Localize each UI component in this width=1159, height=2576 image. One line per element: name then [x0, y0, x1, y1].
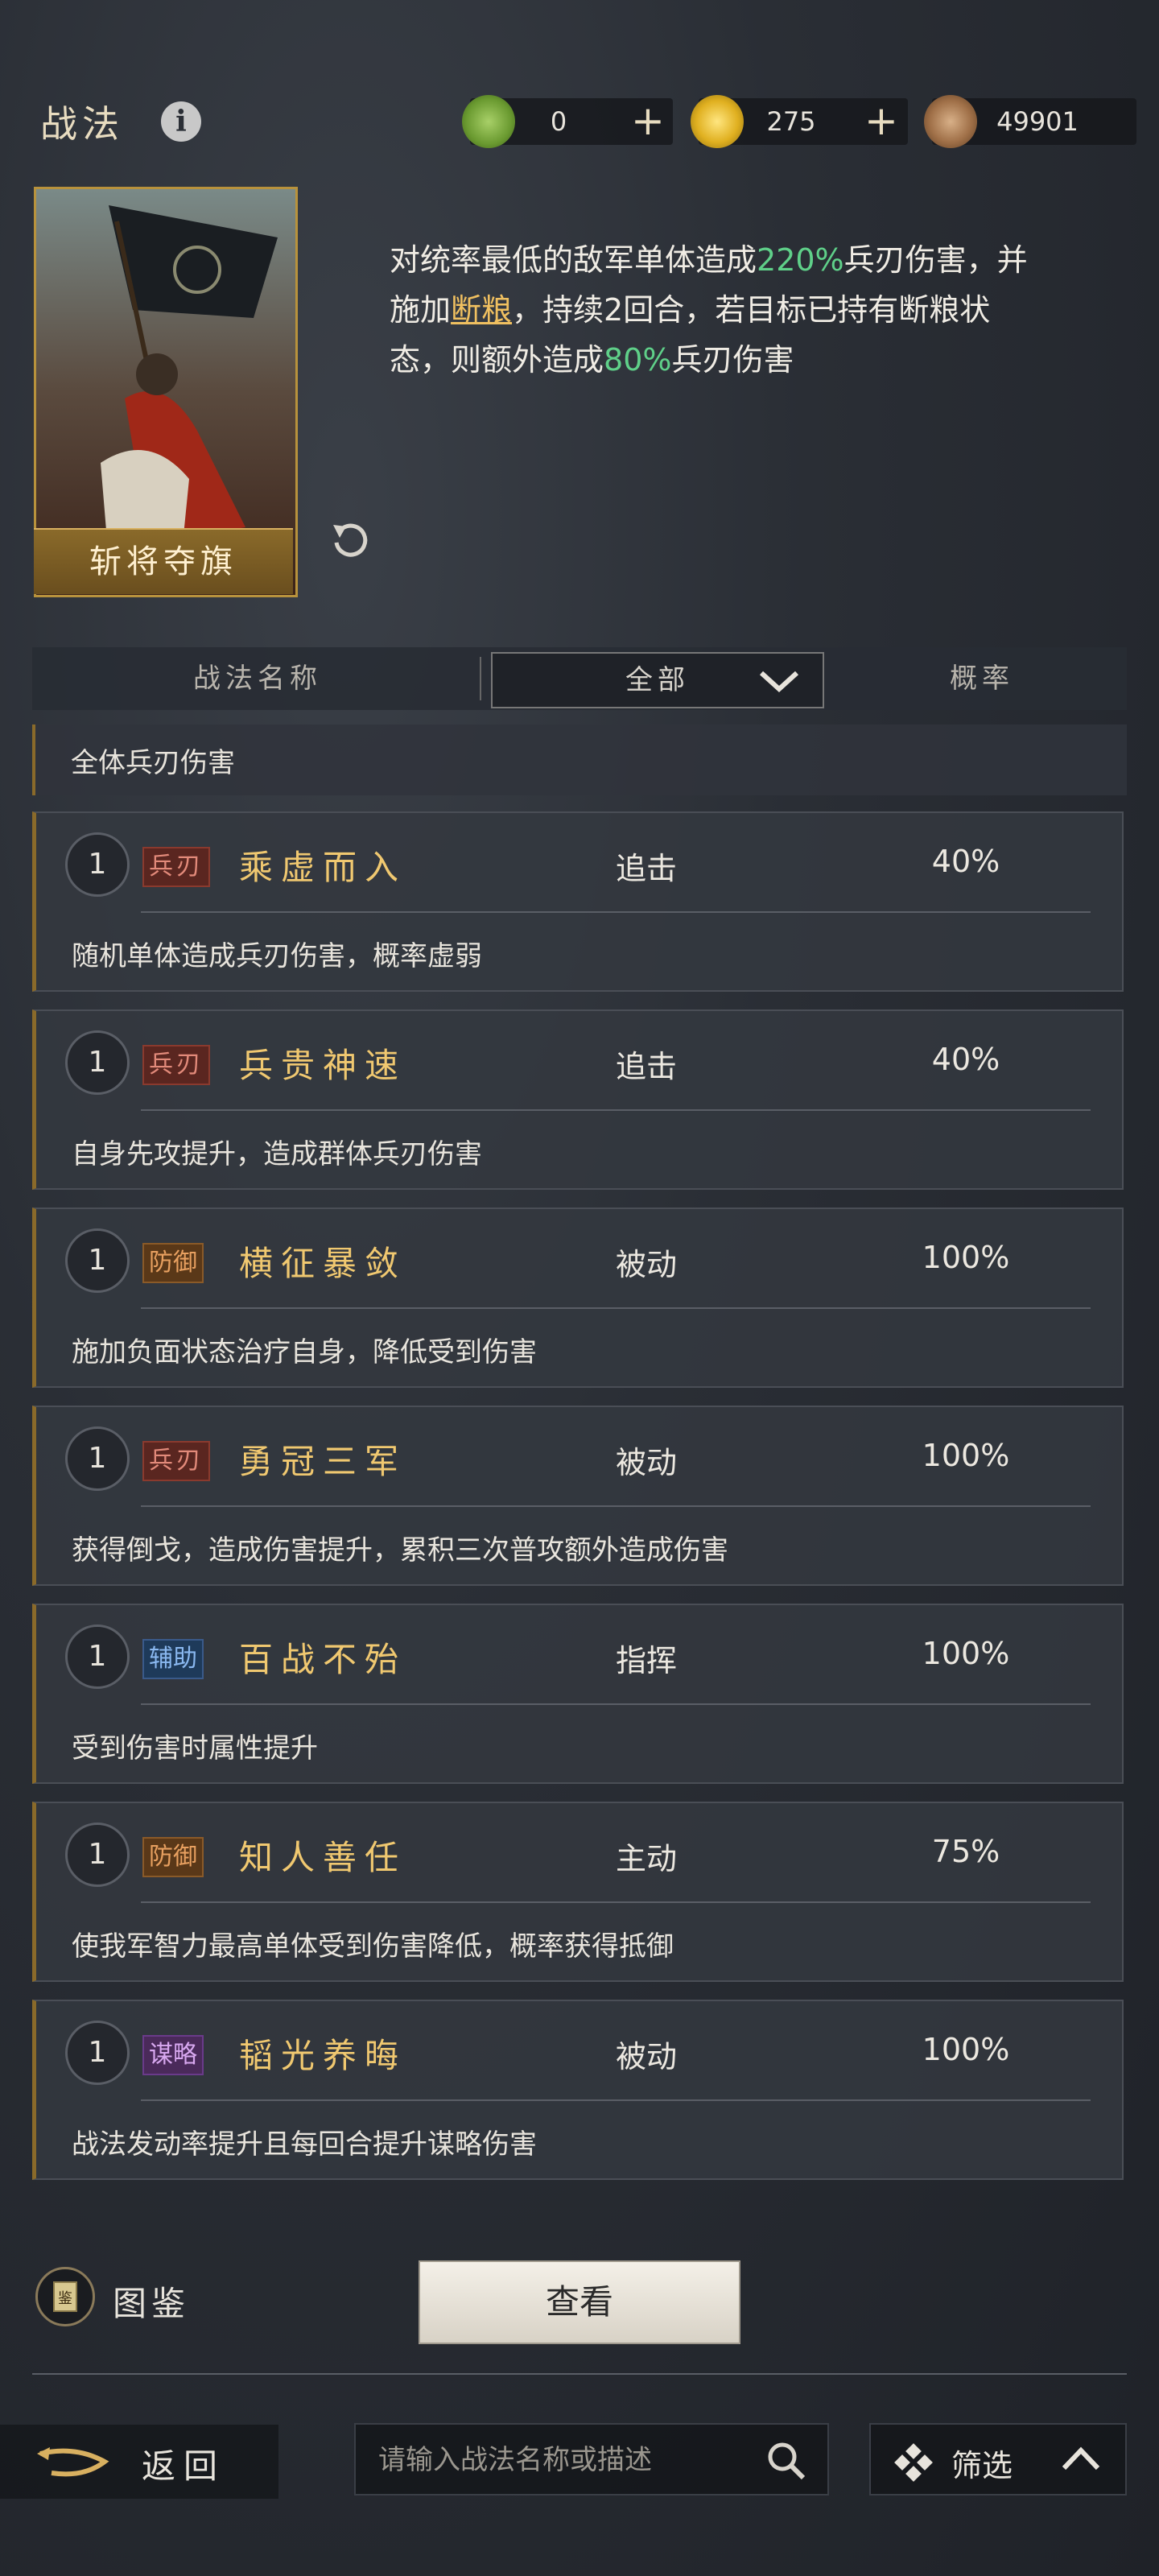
- skill-type: 被动: [616, 2039, 678, 2074]
- item-divider: [141, 1109, 1091, 1111]
- list-item-partial[interactable]: 全体兵刃伤害: [32, 724, 1127, 795]
- copper-coin-icon: [924, 95, 977, 148]
- skill-desc: 获得倒戈，造成伤害提升，累积三次普攻额外造成伤害: [72, 1534, 728, 1567]
- skill-type: 被动: [616, 1445, 678, 1480]
- refresh-icon[interactable]: [325, 515, 373, 564]
- type-filter-value: 全部: [625, 664, 690, 696]
- skill-rate: 40%: [931, 844, 1000, 879]
- item-divider: [141, 1703, 1091, 1705]
- skill-table-header: 战法名称 全部 概率: [32, 647, 1127, 710]
- skill-desc-partial: 全体兵刃伤害: [71, 747, 235, 779]
- info-icon[interactable]: i: [161, 101, 201, 142]
- skill-level: 1: [65, 1823, 130, 1887]
- skill-desc: 使我军智力最高单体受到伤害降低，概率获得抵御: [72, 1930, 674, 1963]
- skill-level: 1: [65, 1228, 130, 1293]
- search-input[interactable]: [377, 2436, 750, 2484]
- status-link[interactable]: 断粮: [451, 292, 512, 328]
- skill-level: 1: [65, 1030, 130, 1095]
- skill-description: 对统率最低的敌军单体造成220%兵刃伤害，并施加断粮，持续2回合，若目标已持有断…: [390, 242, 1028, 378]
- add-jade-button[interactable]: +: [631, 98, 665, 145]
- skill-type: 被动: [616, 1247, 678, 1282]
- skill-list-item[interactable]: 1 谋略 韬光养晦 被动 100% 战法发动率提升且每回合提升谋略伤害: [32, 2000, 1124, 2180]
- skill-name: 知人善任: [239, 1838, 407, 1877]
- item-divider: [141, 2099, 1091, 2101]
- column-rate[interactable]: 概率: [837, 647, 1127, 710]
- skill-desc: 施加负面状态治疗自身，降低受到伤害: [72, 1336, 537, 1368]
- item-divider: [141, 1901, 1091, 1903]
- skill-type: 主动: [616, 1841, 678, 1876]
- back-button[interactable]: 返回: [0, 2425, 278, 2499]
- skill-category-tag: 兵刃: [142, 847, 210, 887]
- skill-list-item[interactable]: 1 防御 横征暴敛 被动 100% 施加负面状态治疗自身，降低受到伤害: [32, 1208, 1124, 1388]
- skill-name: 韬光养晦: [239, 2036, 407, 2075]
- skill-rate: 40%: [931, 1042, 1000, 1077]
- skill-name: 勇冠三军: [239, 1442, 407, 1481]
- item-divider: [141, 1505, 1091, 1507]
- skill-rate: 100%: [922, 1240, 1010, 1275]
- skill-rate: 75%: [931, 1834, 1000, 1869]
- filter-button[interactable]: 筛选: [869, 2423, 1127, 2496]
- svg-text:鉴: 鉴: [58, 2290, 72, 2307]
- chevron-down-icon: [759, 671, 799, 693]
- skill-card-name: 斩将夺旗: [34, 528, 293, 594]
- chevron-up-icon[interactable]: [1061, 2442, 1101, 2475]
- filter-label: 筛选: [951, 2448, 1013, 2483]
- currency-jade-value: 0: [550, 106, 567, 137]
- skill-level: 1: [65, 832, 130, 897]
- skill-name: 乘虚而入: [239, 848, 407, 887]
- skill-type: 追击: [616, 851, 678, 886]
- type-filter-dropdown[interactable]: 全部: [491, 652, 824, 708]
- currency-copper: 49901: [924, 95, 1136, 148]
- skill-list-item[interactable]: 1 辅助 百战不殆 指挥 100% 受到伤害时属性提升: [32, 1604, 1124, 1784]
- item-divider: [141, 911, 1091, 913]
- skill-desc: 受到伤害时属性提升: [72, 1732, 318, 1765]
- skill-category-tag: 兵刃: [142, 1441, 210, 1481]
- skill-name: 兵贵神速: [239, 1046, 407, 1085]
- search-icon[interactable]: [765, 2439, 808, 2483]
- currency-gold: 275 +: [691, 95, 908, 148]
- skill-desc: 随机单体造成兵刃伤害，概率虚弱: [72, 940, 482, 972]
- currency-jade: 0 +: [462, 95, 673, 148]
- back-label: 返回: [142, 2446, 226, 2486]
- damage-percent: 220%: [757, 242, 844, 278]
- gold-coin-icon: [691, 95, 744, 148]
- skill-list-item[interactable]: 1 兵刃 兵贵神速 追击 40% 自身先攻提升，造成群体兵刃伤害: [32, 1009, 1124, 1190]
- skill-level: 1: [65, 2021, 130, 2085]
- skill-list-item[interactable]: 1 防御 知人善任 主动 75% 使我军智力最高单体受到伤害降低，概率获得抵御: [32, 1802, 1124, 1982]
- skill-category-tag: 兵刃: [142, 1045, 210, 1085]
- skill-rate: 100%: [922, 1636, 1010, 1671]
- skill-desc: 战法发动率提升且每回合提升谋略伤害: [72, 2128, 537, 2161]
- atlas-icon[interactable]: 鉴: [35, 2267, 95, 2326]
- skill-type: 指挥: [616, 1643, 678, 1678]
- skill-name: 横征暴敛: [239, 1244, 407, 1283]
- jade-coin-icon: [462, 95, 515, 148]
- add-gold-button[interactable]: +: [864, 98, 898, 145]
- skill-rate: 100%: [922, 2032, 1010, 2067]
- skill-level: 1: [65, 1624, 130, 1689]
- skill-name: 百战不殆: [239, 1640, 407, 1679]
- skill-desc: 自身先攻提升，造成群体兵刃伤害: [72, 1138, 482, 1170]
- page-title: 战法: [40, 102, 124, 146]
- skill-list-item[interactable]: 1 兵刃 乘虚而入 追击 40% 随机单体造成兵刃伤害，概率虚弱: [32, 811, 1124, 992]
- currency-gold-value: 275: [766, 106, 816, 137]
- search-box[interactable]: [354, 2423, 829, 2496]
- view-button[interactable]: 查看: [419, 2260, 740, 2344]
- bottom-divider: [32, 2373, 1127, 2375]
- item-divider: [141, 1307, 1091, 1309]
- header-divider: [480, 657, 481, 700]
- skill-type: 追击: [616, 1049, 678, 1084]
- extra-damage-percent: 80%: [604, 342, 672, 378]
- skill-list-item[interactable]: 1 兵刃 勇冠三军 被动 100% 获得倒戈，造成伤害提升，累积三次普攻额外造成伤害: [32, 1406, 1124, 1586]
- atlas-label[interactable]: 图鉴: [113, 2277, 190, 2326]
- column-skill-name[interactable]: 战法名称: [32, 647, 483, 710]
- skill-category-tag: 防御: [142, 1243, 204, 1283]
- skill-category-tag: 防御: [142, 1837, 204, 1877]
- back-arrow-icon: [37, 2447, 109, 2477]
- skill-category-tag: 辅助: [142, 1639, 204, 1679]
- skill-category-tag: 谋略: [142, 2035, 204, 2075]
- skill-level: 1: [65, 1426, 130, 1491]
- skill-rate: 100%: [922, 1438, 1010, 1473]
- filter-icon: [894, 2443, 933, 2482]
- currency-copper-value: 49901: [996, 106, 1079, 137]
